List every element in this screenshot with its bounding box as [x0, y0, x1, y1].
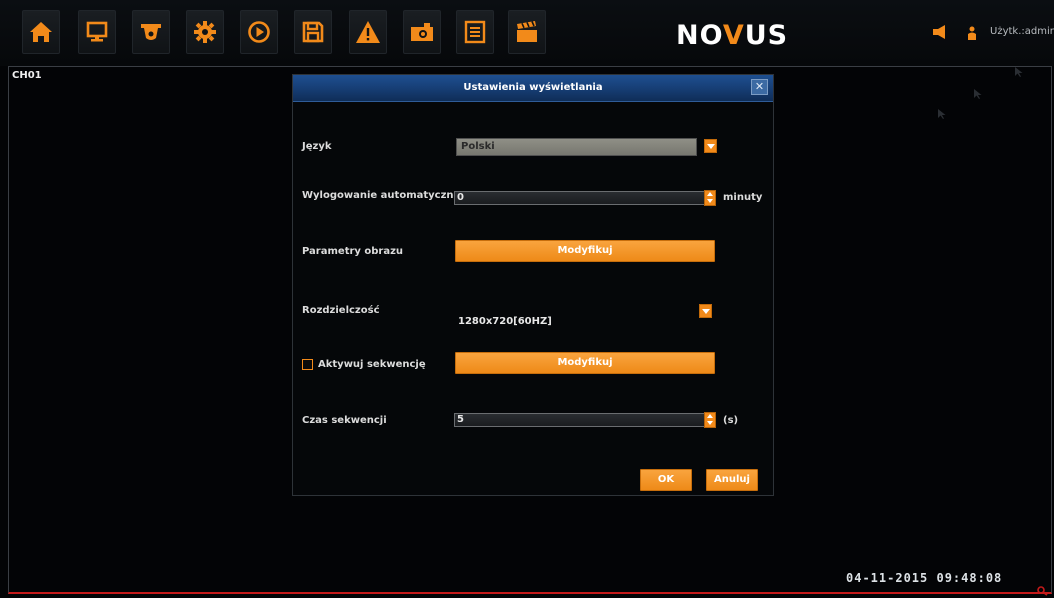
- datetime-display: 04-11-2015 09:48:08: [846, 571, 1003, 585]
- language-select[interactable]: Polski: [456, 138, 697, 156]
- home-button[interactable]: [22, 10, 60, 54]
- log-icon: [464, 20, 486, 44]
- display-button[interactable]: [78, 10, 116, 54]
- speaker-icon[interactable]: [932, 24, 950, 40]
- mouse-pointer-icon: [938, 109, 946, 119]
- auto-logout-label: Wylogowanie automatyczne: [302, 190, 461, 201]
- ok-button[interactable]: OK: [640, 469, 692, 491]
- home-icon: [30, 22, 52, 42]
- camera-button[interactable]: [132, 10, 170, 54]
- cancel-button[interactable]: Anuluj: [706, 469, 758, 491]
- image-params-modify-button[interactable]: Modyfikuj: [455, 240, 715, 262]
- display-icon: [86, 21, 108, 42]
- display-settings-dialog: Ustawienia wyświetlania ✕ Język Polski W…: [292, 74, 774, 496]
- clapperboard-button[interactable]: [508, 10, 546, 54]
- zoom-icon[interactable]: [1037, 586, 1049, 596]
- top-toolbar: NOVUS Użytk.:admin: [0, 0, 1054, 66]
- clapperboard-icon: [517, 21, 537, 42]
- backup-button[interactable]: [294, 10, 332, 54]
- image-params-label: Parametry obrazu: [302, 246, 404, 257]
- mouse-pointer-icon: [1015, 67, 1023, 77]
- resolution-value[interactable]: 1280x720[60HZ]: [458, 316, 552, 327]
- sequence-time-stepper[interactable]: [704, 412, 716, 428]
- dialog-header[interactable]: Ustawienia wyświetlania ✕: [293, 75, 773, 102]
- snapshot-icon: [411, 23, 433, 41]
- mouse-pointer-icon: [974, 89, 982, 99]
- novus-logo: NOVUS: [676, 20, 788, 51]
- logo-text-prefix: NO: [676, 20, 723, 51]
- resolution-label: Rozdzielczość: [302, 305, 380, 316]
- alarm-button[interactable]: [349, 10, 387, 54]
- sequence-time-input[interactable]: 5: [454, 413, 705, 427]
- resolution-dropdown-icon[interactable]: [699, 304, 712, 318]
- channel-label: CH01: [12, 70, 42, 81]
- auto-logout-input[interactable]: 0: [454, 191, 705, 205]
- user-icon: [968, 26, 976, 40]
- snapshot-button[interactable]: [403, 10, 441, 54]
- sequence-checkbox[interactable]: [302, 359, 313, 370]
- settings-icon: [194, 21, 216, 43]
- language-value: Polski: [461, 141, 495, 152]
- language-label: Język: [302, 141, 332, 152]
- backup-icon: [302, 21, 324, 43]
- close-button[interactable]: ✕: [751, 79, 768, 95]
- user-label: Użytk.:admin: [990, 26, 1054, 37]
- sequence-time-label: Czas sekwencji: [302, 415, 387, 426]
- dialog-title: Ustawienia wyświetlania: [463, 82, 603, 93]
- logo-text-v: V: [722, 20, 745, 51]
- auto-logout-unit: minuty: [723, 192, 763, 203]
- sequence-time-unit: (s): [723, 415, 739, 426]
- playback-button[interactable]: [240, 10, 278, 54]
- log-button[interactable]: [456, 10, 494, 54]
- auto-logout-value: 0: [457, 192, 464, 203]
- sequence-time-value: 5: [457, 414, 464, 425]
- playback-icon: [248, 21, 270, 43]
- sequence-label: Aktywuj sekwencję: [318, 359, 426, 370]
- settings-button[interactable]: [186, 10, 224, 54]
- sequence-modify-button[interactable]: Modyfikuj: [455, 352, 715, 374]
- language-dropdown-icon[interactable]: [704, 139, 717, 153]
- logo-text-suffix: US: [744, 20, 789, 51]
- camera-icon: [141, 24, 161, 40]
- auto-logout-stepper[interactable]: [704, 190, 716, 206]
- alarm-icon: [356, 21, 380, 43]
